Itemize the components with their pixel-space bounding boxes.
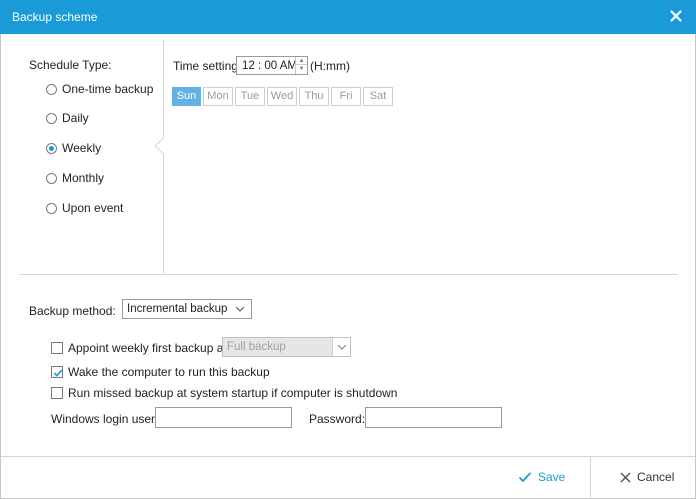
footer-button-divider (590, 457, 591, 499)
time-format-label: (H:mm) (310, 59, 350, 73)
radio-circle[interactable] (46, 172, 57, 184)
windows-login-user-input[interactable] (155, 407, 292, 428)
run-missed-label: Run missed backup at system startup if c… (68, 386, 398, 400)
close-icon[interactable] (668, 8, 684, 24)
backup-method-value: Incremental backup (127, 303, 228, 315)
day-fri[interactable]: Fri (331, 87, 361, 106)
radio-upon-event[interactable]: Upon event (46, 201, 123, 215)
backup-method-select[interactable]: Incremental backup (122, 299, 252, 319)
radio-label: One-time backup (62, 82, 154, 96)
windows-login-user-label: Windows login user: (51, 412, 159, 426)
dropdown-button[interactable] (332, 338, 350, 356)
save-button[interactable]: Save (518, 470, 565, 484)
chevron-down-icon (235, 306, 245, 312)
day-sun[interactable]: Sun (172, 87, 201, 106)
run-missed-checkbox-row[interactable]: Run missed backup at system startup if c… (51, 386, 397, 400)
radio-circle[interactable] (46, 112, 57, 124)
radio-monthly[interactable]: Monthly (46, 171, 104, 185)
section-divider (19, 274, 678, 275)
password-label: Password: (309, 412, 366, 426)
appoint-weekly-label: Appoint weekly first backup as (68, 341, 230, 355)
time-setting-label: Time setting (173, 59, 238, 73)
checkmark-icon (53, 369, 63, 377)
password-input[interactable] (365, 407, 502, 428)
radio-label: Daily (62, 111, 89, 125)
panel-divider (163, 40, 164, 274)
weekday-selector: Sun Mon Tue Wed Thu Fri Sat (172, 87, 395, 106)
day-thu[interactable]: Thu (299, 87, 329, 106)
cancel-label: Cancel (637, 470, 675, 484)
spin-up-icon[interactable]: ▲ (296, 57, 307, 65)
appoint-weekly-checkbox-row[interactable]: Appoint weekly first backup as (51, 341, 229, 355)
wake-computer-checkbox[interactable] (51, 366, 63, 378)
selection-pointer (154, 137, 172, 155)
cancel-button[interactable]: Cancel (620, 470, 674, 484)
time-input[interactable]: 12 : 00 AM ▲ ▼ (236, 56, 308, 75)
save-label: Save (538, 470, 566, 484)
backup-method-label: Backup method: (29, 304, 116, 318)
radio-circle[interactable] (46, 202, 57, 214)
spin-down-icon[interactable]: ▼ (296, 65, 307, 73)
chevron-down-icon (337, 344, 347, 350)
wake-computer-label: Wake the computer to run this backup (68, 365, 270, 379)
title-bar: Backup scheme (0, 0, 696, 34)
schedule-type-label: Schedule Type: (29, 58, 112, 72)
time-value: 12 : 00 AM (242, 60, 297, 72)
radio-label: Weekly (62, 141, 102, 155)
radio-label: Monthly (62, 171, 105, 185)
day-wed[interactable]: Wed (267, 87, 297, 106)
day-mon[interactable]: Mon (203, 87, 233, 106)
radio-circle-selected[interactable] (46, 142, 57, 154)
time-spinner[interactable]: ▲ ▼ (295, 57, 307, 74)
first-backup-type-select[interactable]: Full backup (222, 337, 351, 357)
day-tue[interactable]: Tue (235, 87, 265, 106)
first-backup-type-value: Full backup (227, 341, 286, 353)
radio-circle[interactable] (46, 83, 57, 95)
day-sat[interactable]: Sat (363, 87, 393, 106)
wake-computer-checkbox-row[interactable]: Wake the computer to run this backup (51, 365, 270, 379)
radio-one-time-backup[interactable]: One-time backup (46, 82, 153, 96)
window-title: Backup scheme (12, 10, 98, 24)
backup-scheme-dialog: Schedule Type: One-time backup Daily Wee… (0, 34, 696, 499)
radio-weekly[interactable]: Weekly (46, 141, 101, 155)
appoint-weekly-checkbox[interactable] (51, 342, 63, 354)
radio-label: Upon event (62, 201, 124, 215)
checkmark-icon (518, 472, 532, 483)
run-missed-checkbox[interactable] (51, 387, 63, 399)
x-icon (620, 471, 631, 483)
radio-daily[interactable]: Daily (46, 111, 89, 125)
